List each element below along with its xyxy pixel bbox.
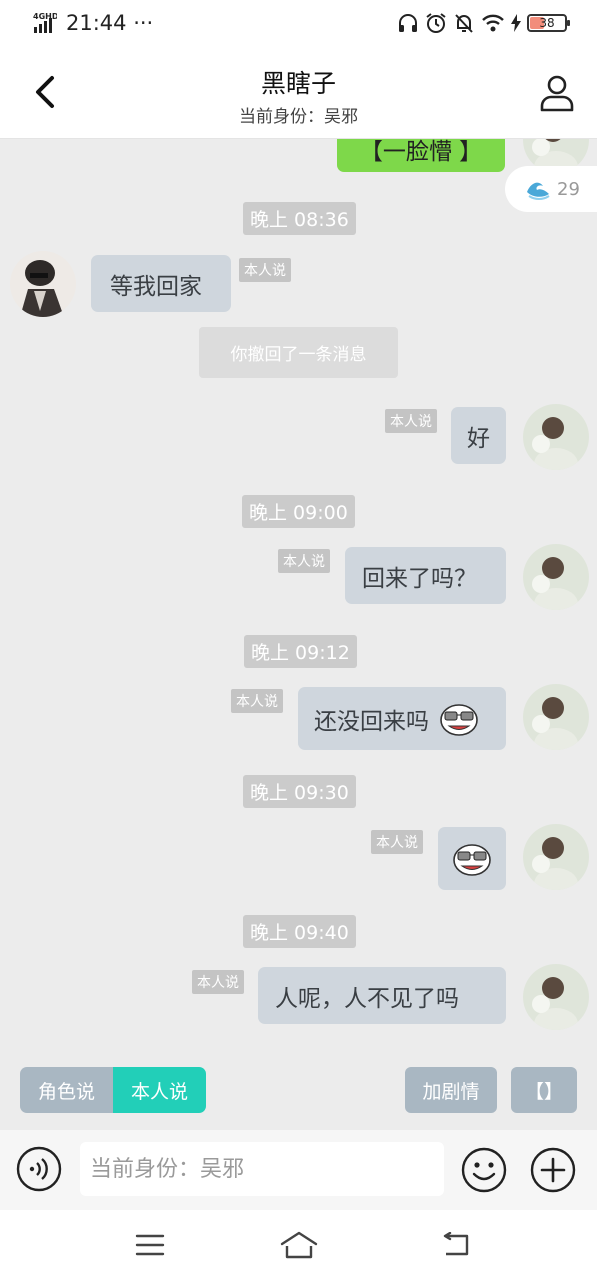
brackets-button[interactable]: 【】 (511, 1067, 577, 1113)
charging-icon (511, 14, 521, 32)
battery-indicator: 38 (527, 14, 570, 32)
sent-message-bubble[interactable]: 还没回来吗 (298, 687, 506, 750)
page-title: 黑瞎子 (260, 69, 336, 98)
speak-mode-toggle: 角色说 本人说 (20, 1067, 206, 1113)
sent-message-bubble[interactable]: 回来了吗？ (345, 547, 506, 604)
sticker-text: 【一脸懵 】 (359, 139, 483, 165)
my-avatar[interactable] (523, 544, 589, 610)
alarm-icon (426, 13, 446, 33)
return-icon[interactable] (440, 1232, 470, 1258)
timestamp: 晚上 09:40 (243, 915, 356, 948)
glasses-face-sticker-icon (453, 843, 491, 876)
headphones-icon (399, 14, 417, 32)
message-input[interactable] (80, 1142, 444, 1196)
chat-area[interactable]: 【一脸懵 】 29 晚上 08:36 等我回家 本人说 你撤回了一条消息 本人说… (0, 139, 597, 1059)
sent-sticker-bubble[interactable] (438, 827, 506, 890)
plus-icon[interactable] (529, 1146, 577, 1194)
my-avatar[interactable] (523, 824, 589, 890)
my-avatar[interactable] (523, 684, 589, 750)
role-say-button[interactable]: 角色说 (20, 1067, 113, 1113)
timestamp: 晚上 09:12 (244, 635, 357, 668)
menu-icon[interactable] (135, 1234, 165, 1256)
speaker-tag: 本人说 (385, 409, 437, 433)
recall-notice: 你撤回了一条消息 (199, 327, 398, 378)
contact-avatar[interactable] (10, 251, 76, 317)
self-say-button[interactable]: 本人说 (113, 1067, 206, 1113)
speaker-tag: 本人说 (231, 689, 283, 713)
svg-text:4GHD: 4GHD (33, 12, 57, 21)
speaker-tag: 本人说 (371, 830, 423, 854)
signal-icon: 4GHD (33, 12, 57, 33)
add-plot-button[interactable]: 加剧情 (405, 1067, 497, 1113)
profile-icon[interactable] (539, 74, 575, 112)
emoji-icon[interactable] (460, 1146, 508, 1194)
speaker-tag: 本人说 (278, 549, 330, 573)
system-navigation-bar (0, 1210, 597, 1280)
wave-count-badge[interactable]: 29 (505, 166, 597, 212)
message-text: 好 (467, 425, 490, 452)
timestamp: 晚上 09:30 (243, 775, 356, 808)
my-avatar[interactable] (523, 404, 589, 470)
sent-message-bubble[interactable]: 好 (451, 407, 506, 464)
message-text: 还没回来吗 (314, 708, 429, 735)
glasses-face-sticker-icon (440, 703, 478, 736)
status-icons: 38 (397, 12, 570, 34)
speaker-tag: 本人说 (239, 258, 291, 282)
chat-header: 黑瞎子 当前身份：吴邪 (0, 46, 597, 139)
timestamp: 晚上 08:36 (243, 202, 356, 235)
my-avatar[interactable] (523, 964, 589, 1030)
voice-icon[interactable] (16, 1146, 62, 1192)
speaker-tag: 本人说 (192, 970, 244, 994)
message-text: 人呢，人不见了吗 (275, 985, 459, 1012)
timestamp: 晚上 09:00 (242, 495, 355, 528)
mute-bell-icon (455, 14, 473, 33)
current-identity: 当前身份：吴邪 (239, 107, 358, 127)
message-text: 等我回家 (110, 273, 202, 300)
sent-sticker-text-bubble[interactable]: 【一脸懵 】 (337, 139, 505, 172)
status-bar: 4GHD 21:44 ··· 38 (0, 0, 597, 46)
input-bar (0, 1130, 597, 1210)
wifi-icon (482, 14, 504, 32)
message-text: 回来了吗？ (362, 565, 477, 592)
status-time: 21:44 ··· (66, 11, 154, 35)
wave-icon (527, 182, 550, 200)
home-icon[interactable] (279, 1230, 319, 1260)
received-message-bubble[interactable]: 等我回家 (91, 255, 231, 312)
sent-message-bubble[interactable]: 人呢，人不见了吗 (258, 967, 506, 1024)
